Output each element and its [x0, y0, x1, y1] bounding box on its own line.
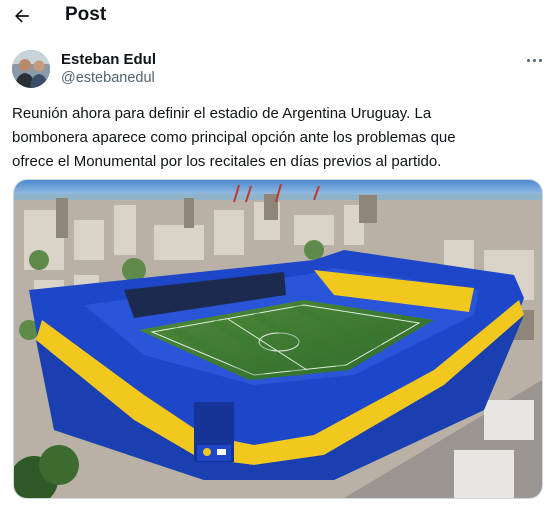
post-header: Post — [0, 0, 550, 32]
post-text-line: ofrece el Monumental por los recitales e… — [12, 153, 442, 170]
stadium-photo — [14, 180, 542, 498]
avatar[interactable] — [12, 50, 50, 88]
avatar-photo — [12, 50, 50, 88]
post-media-image[interactable] — [13, 179, 543, 499]
more-dot-icon — [532, 58, 536, 62]
post-text: Reunión ahora para definir el estadio de… — [12, 102, 532, 174]
back-arrow-icon — [15, 9, 29, 23]
back-button[interactable] — [8, 2, 36, 30]
author-name[interactable]: Esteban Edul — [61, 51, 156, 68]
post-text-line: Reunión ahora para definir el estadio de… — [12, 105, 432, 122]
post-text-line: bombonera aparece como principal opción … — [12, 129, 456, 146]
more-options-button[interactable] — [520, 50, 548, 70]
more-dot-icon — [526, 58, 530, 62]
page-title: Post — [65, 4, 107, 25]
author-handle[interactable]: @estebanedul — [61, 70, 155, 86]
more-dot-icon — [538, 58, 542, 62]
